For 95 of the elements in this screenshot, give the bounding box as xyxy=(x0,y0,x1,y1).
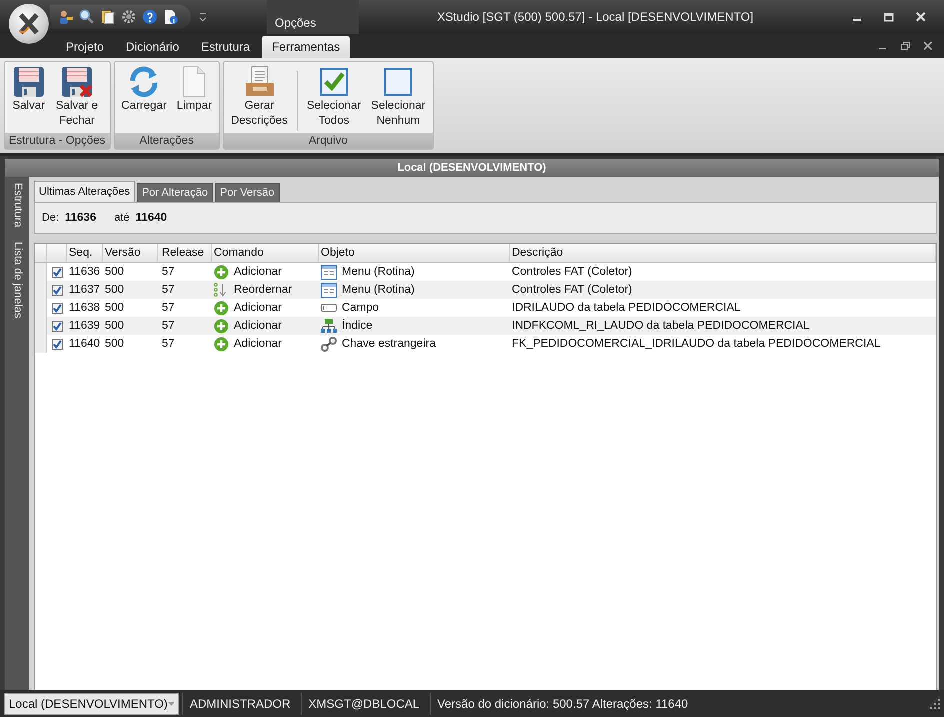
group-title: Arquivo xyxy=(224,133,433,149)
chain-link-icon xyxy=(321,336,337,352)
table-cell-text: 57 xyxy=(161,338,176,350)
field-icon xyxy=(321,303,337,313)
ribbon-button[interactable]: Salvar xyxy=(7,65,51,114)
ribbon-button[interactable]: Limpar xyxy=(172,65,218,114)
table-cell-text: Controles FAT (Coletor) xyxy=(511,284,634,296)
column-header[interactable]: Versão xyxy=(103,244,158,262)
command-text: Reordernar xyxy=(234,284,292,296)
table-cell-text: 11640 xyxy=(68,338,102,350)
close-icon[interactable] xyxy=(924,42,932,50)
status-info: Versão do dicionário: 500.57 Alterações: 11640 xyxy=(430,692,927,714)
ribbon-button[interactable]: Salvar e Fechar xyxy=(51,65,104,129)
floppy-disk-delete-icon xyxy=(60,65,94,99)
search-icon[interactable] xyxy=(79,9,95,25)
row-checkbox[interactable] xyxy=(52,302,62,314)
add-icon xyxy=(214,300,229,316)
to-label: até xyxy=(114,212,130,224)
table-cell-text: 500 xyxy=(104,338,126,350)
command-text: Adicionar xyxy=(234,338,282,350)
row-checkbox[interactable] xyxy=(52,284,62,296)
panel-title: Local (DESENVOLVIMENTO) xyxy=(5,159,939,177)
docs-icon[interactable] xyxy=(100,9,116,25)
table-cell-text: 500 xyxy=(104,320,126,332)
table-cell-text: INDFKCOML_RI_LAUDO da tabela PEDIDOCOMERCIAL xyxy=(511,320,811,332)
contextual-tab-label: Opções xyxy=(267,0,359,34)
table-cell-text: 11638 xyxy=(68,302,102,314)
table-cell-text: FK_PEDIDOCOMERCIAL_IDRILAUDO da tabela PEDIDOCOMERCIAL xyxy=(511,338,882,350)
maximize-icon[interactable] xyxy=(884,12,894,22)
table-cell-text: 57 xyxy=(161,284,176,296)
view-tab[interactable]: Ultimas Alterações xyxy=(34,181,136,202)
column-header[interactable]: Descrição xyxy=(510,244,936,262)
object-text: Campo xyxy=(342,302,380,314)
group-title: Alterações xyxy=(114,133,220,149)
object-text: Menu (Rotina) xyxy=(342,266,415,278)
gear-icon[interactable] xyxy=(121,9,137,25)
table-cell-text: 500 xyxy=(104,302,126,314)
table-cell-text: 500 xyxy=(104,266,126,278)
column-header[interactable]: Release xyxy=(158,244,212,262)
hierarchy-icon xyxy=(321,318,337,334)
app-menu-button[interactable] xyxy=(9,4,49,44)
menu-icon xyxy=(321,282,337,298)
object-text: Menu (Rotina) xyxy=(342,284,415,296)
row-checkbox[interactable] xyxy=(52,266,62,278)
column-header[interactable]: Objeto xyxy=(319,244,510,262)
add-icon xyxy=(214,264,229,280)
info-icon[interactable] xyxy=(163,9,179,25)
to-value: 11640 xyxy=(136,212,168,224)
object-text: Chave estrangeira xyxy=(342,338,436,350)
side-tab[interactable]: Lista de janelas xyxy=(5,242,29,318)
menu-icon xyxy=(321,264,337,280)
table-cell-text: 57 xyxy=(161,320,176,332)
table-cell-text: 57 xyxy=(161,266,176,278)
group-title: Estrutura - Opções xyxy=(5,133,110,149)
user-icon[interactable] xyxy=(58,9,74,25)
table-cell-text: 57 xyxy=(161,302,176,314)
reorder-icon xyxy=(214,282,229,298)
column-header[interactable]: Comando xyxy=(212,244,319,262)
ribbon-button[interactable]: Selecionar Todos xyxy=(302,65,366,129)
status-database: XMSGT@DBLOCAL xyxy=(300,692,427,714)
table-cell-text: 500 xyxy=(104,284,126,296)
column-header[interactable]: Seq. xyxy=(67,244,103,262)
status-user: ADMINISTRADOR xyxy=(182,692,298,714)
command-text: Adicionar xyxy=(234,320,282,332)
ribbon-button[interactable]: Gerar Descrições xyxy=(226,65,293,129)
help-icon[interactable] xyxy=(142,9,158,25)
add-icon xyxy=(214,336,229,352)
ribbon-tab[interactable]: Projeto xyxy=(56,36,114,58)
resize-grip-icon[interactable] xyxy=(930,698,940,708)
object-text: Índice xyxy=(342,320,373,332)
table-cell-text: 11637 xyxy=(68,284,102,296)
command-text: Adicionar xyxy=(234,266,282,278)
ribbon-tab[interactable]: Ferramentas xyxy=(262,36,350,58)
row-checkbox[interactable] xyxy=(52,320,62,332)
customize-toolbar-icon[interactable] xyxy=(199,12,207,22)
table-cell-text: IDRILAUDO da tabela PEDIDOCOMERCIAL xyxy=(511,302,742,314)
table-cell-text: Controles FAT (Coletor) xyxy=(511,266,634,278)
table-cell-text: 11639 xyxy=(68,320,102,332)
ribbon-button[interactable]: Carregar xyxy=(116,65,172,114)
row-checkbox[interactable] xyxy=(52,338,62,350)
ribbon-tab[interactable]: Estrutura xyxy=(191,36,260,58)
ribbon-tab[interactable]: Dicionário xyxy=(116,36,190,58)
restore-icon[interactable] xyxy=(901,42,910,50)
side-tab[interactable]: Estrutura xyxy=(5,183,29,228)
window-title: XStudio [SGT (500) 500.57] - Local [DESENVOLVIMENTO] xyxy=(436,10,755,24)
caret-icon xyxy=(168,702,174,706)
connection-dropdown[interactable]: Local (DESENVOLVIMENTO) xyxy=(4,692,179,714)
command-text: Adicionar xyxy=(234,302,282,314)
add-icon xyxy=(214,318,229,334)
view-tab[interactable]: Por Versão xyxy=(215,183,280,202)
view-tab[interactable]: Por Alteração xyxy=(137,183,214,202)
ribbon-button[interactable]: Selecionar Nenhum xyxy=(366,65,431,129)
from-label: De: xyxy=(42,212,60,224)
from-value: 11636 xyxy=(65,212,96,224)
table-cell-text: 11636 xyxy=(68,266,102,278)
